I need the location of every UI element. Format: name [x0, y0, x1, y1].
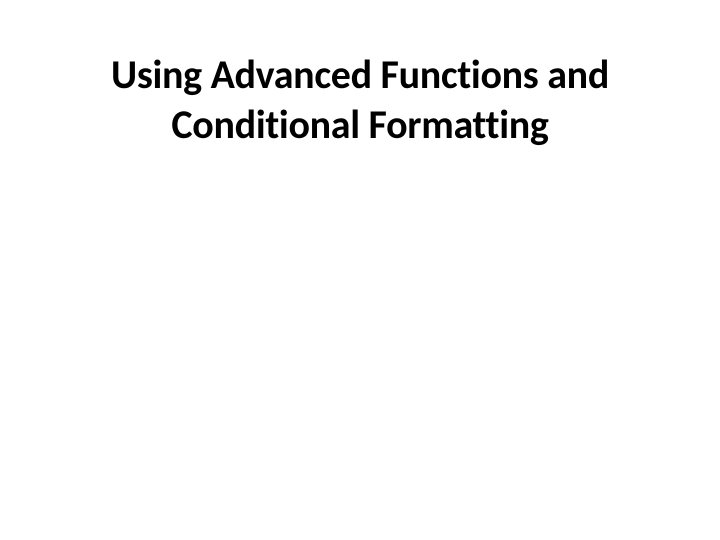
- slide-title: Using Advanced Functions and Conditional…: [60, 50, 660, 150]
- slide-container: Using Advanced Functions and Conditional…: [0, 0, 720, 540]
